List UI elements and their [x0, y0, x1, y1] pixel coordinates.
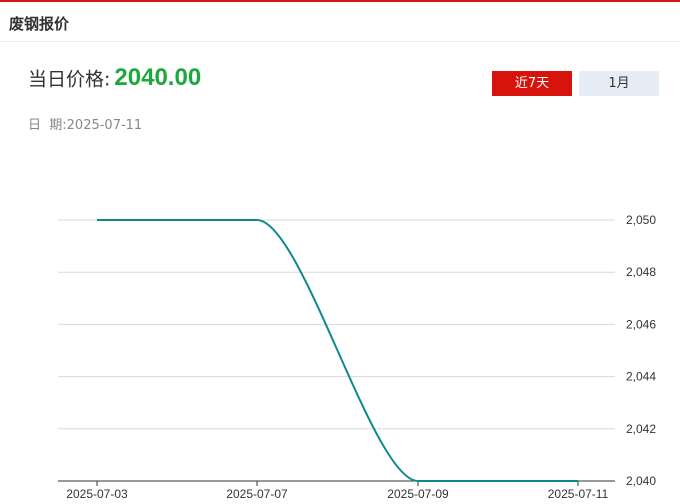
chart-y-ticks: 2,040 2,042 2,044 2,046 2,048 2,050 [626, 213, 656, 488]
y-tick-label: 2,046 [626, 317, 656, 331]
x-tick-label: 2025-07-09 [387, 487, 449, 501]
x-tick-label: 2025-07-11 [548, 487, 609, 501]
y-tick-label: 2,048 [626, 265, 656, 279]
y-tick-label: 2,050 [626, 213, 656, 227]
x-tick-label: 2025-07-03 [66, 487, 128, 501]
x-tick-label: 2025-07-07 [226, 487, 288, 501]
price-chart: 2,040 2,042 2,044 2,046 2,048 2,050 2025-07-0… [58, 213, 656, 501]
y-tick-label: 2,040 [626, 474, 656, 488]
y-tick-label: 2,042 [626, 422, 656, 436]
chart-x-ticks: 2025-07-03 2025-07-07 2025-07-09 2025-07-11 [66, 481, 609, 501]
price-line [97, 219, 578, 482]
y-tick-label: 2,044 [626, 370, 656, 384]
